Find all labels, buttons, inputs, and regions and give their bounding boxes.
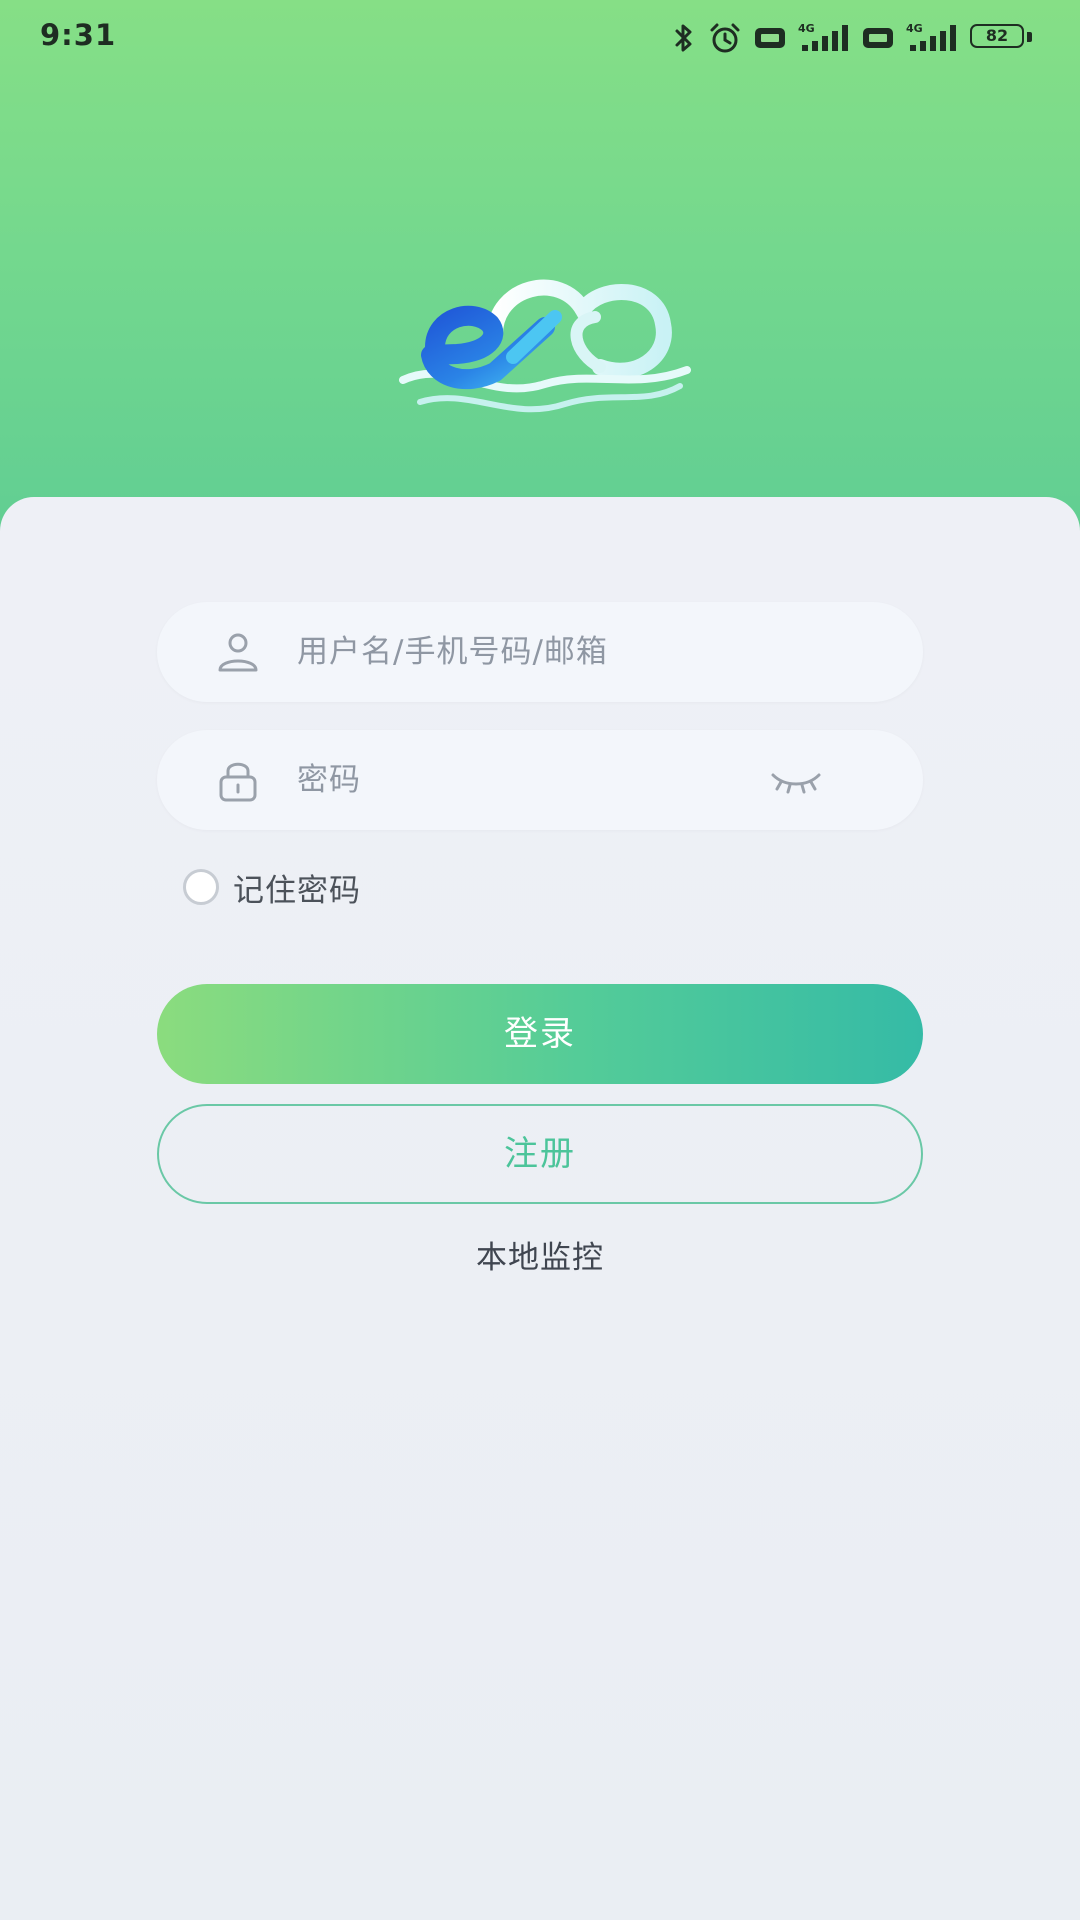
bluetooth-icon bbox=[675, 24, 692, 52]
password-input[interactable]: 密码 bbox=[297, 730, 361, 830]
battery-level: 82 bbox=[985, 26, 1009, 45]
hd-icon bbox=[863, 28, 893, 48]
local-monitor-link[interactable]: 本地监控 bbox=[0, 1232, 1080, 1277]
remember-password-label: 记住密码 bbox=[233, 872, 361, 909]
alarm-icon bbox=[710, 23, 740, 53]
svg-text:4G: 4G bbox=[798, 22, 815, 35]
svg-text:4G: 4G bbox=[906, 22, 923, 35]
remember-password-radio[interactable] bbox=[183, 869, 219, 905]
eye-closed-icon[interactable] bbox=[769, 765, 823, 795]
login-button[interactable]: 登录 bbox=[157, 984, 923, 1084]
signal-icon: 4G bbox=[906, 22, 956, 51]
user-icon bbox=[218, 633, 258, 672]
username-input[interactable]: 用户名/手机号码/邮箱 bbox=[297, 602, 608, 702]
lock-icon bbox=[219, 762, 257, 802]
register-button[interactable]: 注册 bbox=[157, 1104, 923, 1204]
status-bar: 9:31 4G 4G 82 bbox=[0, 0, 1080, 78]
username-field[interactable]: 用户名/手机号码/邮箱 bbox=[157, 602, 923, 702]
status-icons: 4G 4G 82 bbox=[672, 20, 1032, 56]
password-field[interactable]: 密码 bbox=[157, 730, 923, 830]
remember-password[interactable]: 记住密码 bbox=[183, 862, 361, 912]
signal-icon: 4G bbox=[798, 22, 848, 51]
status-time: 9:31 bbox=[40, 18, 117, 52]
battery-icon: 82 bbox=[970, 24, 1032, 52]
hd-icon bbox=[755, 28, 785, 48]
cloud-e-logo bbox=[399, 279, 691, 413]
login-card bbox=[0, 497, 1080, 1920]
